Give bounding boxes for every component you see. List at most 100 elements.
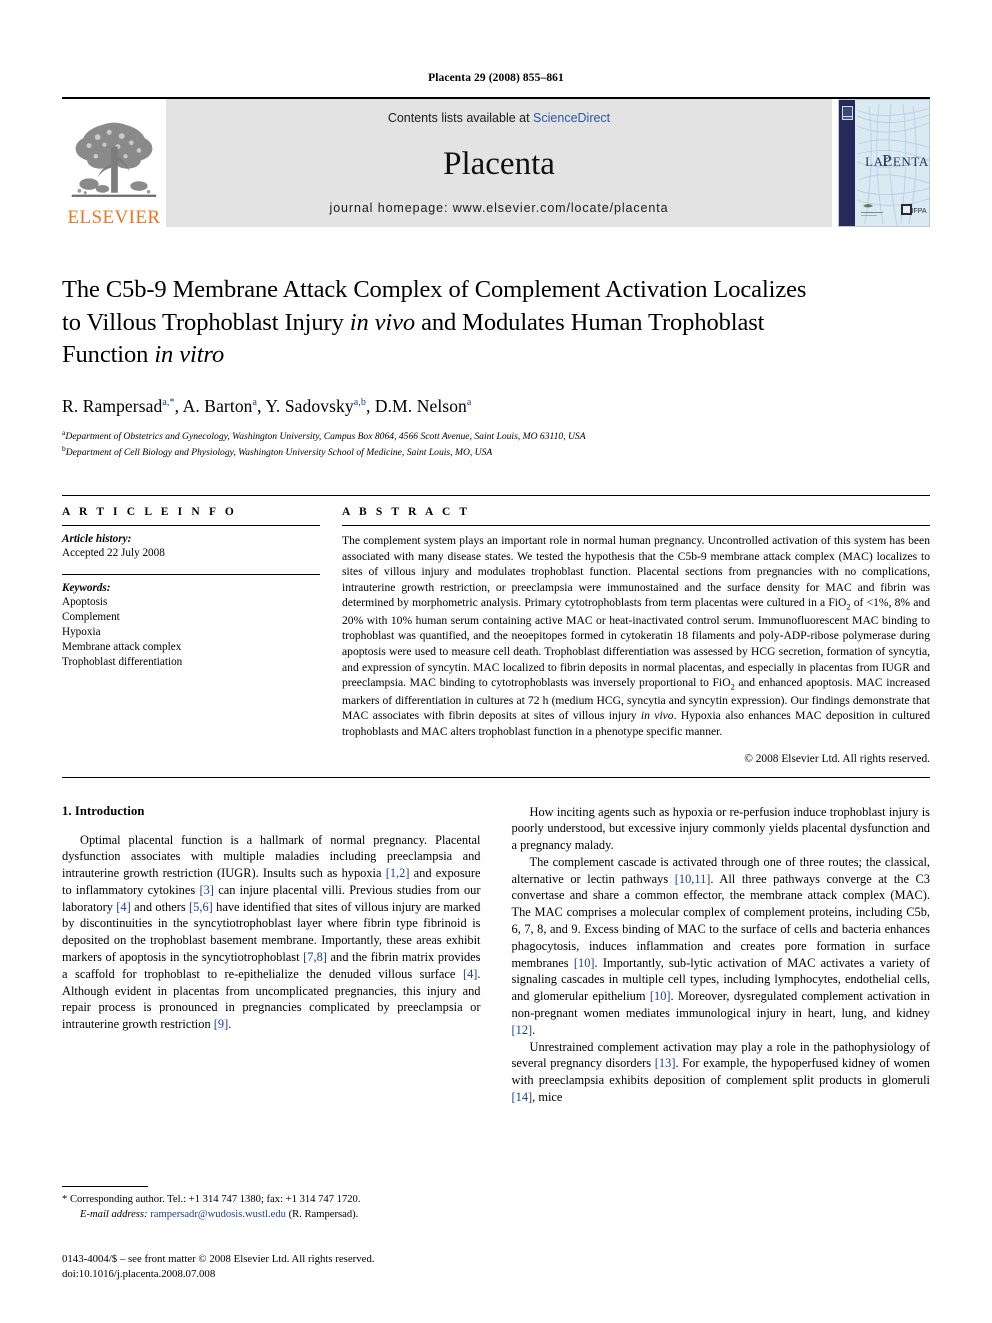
elsevier-tree-icon [71, 122, 157, 197]
journal-cover-thumbnail: P LACENTA IFPA [838, 99, 930, 227]
reference-link[interactable]: [10] [650, 989, 671, 1003]
title-in-vitro: in vitro [154, 341, 225, 369]
title-line-3a: Function [62, 341, 155, 369]
elsevier-wordmark: ELSEVIER [67, 207, 161, 228]
info-abstract-region: A R T I C L E I N F O Article history: A… [62, 494, 930, 765]
journal-homepage-line[interactable]: journal homepage: www.elsevier.com/locat… [330, 201, 669, 215]
article-info-column: A R T I C L E I N F O Article history: A… [62, 506, 336, 765]
keyword-item: Apoptosis [62, 595, 108, 608]
issn-frontmatter-line: 0143-4004/$ – see front matter © 2008 El… [62, 1253, 375, 1265]
author-name: R. Rampersad [62, 395, 163, 416]
divider [62, 573, 320, 575]
contents-prefix: Contents lists available at [387, 111, 534, 125]
journal-title: Placenta [443, 145, 555, 182]
author-marks: a,b [353, 396, 366, 408]
email-label: E-mail address: [80, 1209, 148, 1221]
abstract-column: A B S T R A C T The complement system pl… [336, 506, 930, 765]
abstract-part-1: The complement system plays an important… [342, 533, 930, 610]
affiliation-text: Department of Obstetrics and Gynecology,… [65, 430, 586, 442]
abstract-bottom-divider [62, 776, 930, 778]
footnote-block: * Corresponding author. Tel.: +1 314 747… [62, 1186, 466, 1222]
paragraph-text: and others [130, 899, 190, 914]
title-in-vivo: in vivo [349, 308, 416, 336]
reference-link[interactable]: [9] [214, 1017, 228, 1031]
author-entry[interactable]: D.M. Nelsona [375, 396, 472, 416]
masthead-center-panel: Contents lists available at ScienceDirec… [166, 99, 832, 227]
keyword-item: Membrane attack complex [62, 640, 182, 653]
paragraph: Unrestrained complement activation may p… [512, 1039, 931, 1106]
author-name: A. Barton [182, 395, 253, 416]
keyword-item: Trophoblast differentiation [62, 655, 183, 668]
reference-link[interactable]: [10] [574, 956, 595, 970]
affiliation-list: aDepartment of Obstetrics and Gynecology… [62, 428, 930, 460]
author-marks: a,* [162, 396, 175, 408]
email-link[interactable]: rampersadr@wudosis.wustl.edu [150, 1209, 286, 1220]
sciencedirect-link[interactable]: ScienceDirect [533, 111, 610, 125]
keyword-item: Hypoxia [62, 625, 101, 638]
author-list: R. Rampersada,*, A. Bartona, Y. Sadovsky… [62, 396, 930, 417]
svg-text:LACENTA: LACENTA [865, 154, 929, 169]
email-attribution: (R. Rampersad). [288, 1209, 359, 1221]
title-line-2a: to Villous Trophoblast Injury [62, 308, 350, 336]
paragraph: The complement cascade is activated thro… [512, 854, 931, 1039]
title-line-2b: and Modulates Human Trophoblast [415, 308, 765, 336]
abstract-in-vivo: in vivo [640, 709, 674, 723]
corresponding-author-note: * Corresponding author. Tel.: +1 314 747… [62, 1194, 361, 1205]
contents-lists-line: Contents lists available at ScienceDirec… [388, 111, 610, 125]
affiliation-text: Department of Cell Biology and Physiolog… [65, 447, 493, 459]
paragraph: How inciting agents such as hypoxia or r… [511, 804, 931, 853]
svg-text:IFPA: IFPA [911, 208, 926, 215]
author-name: Y. Sadovsky [265, 395, 354, 416]
left-column: 1. Introduction Optimal placental functi… [62, 804, 481, 1106]
keywords-group: Keywords: Apoptosis Complement Hypoxia M… [62, 582, 320, 670]
paragraph-text: . [532, 1022, 536, 1037]
paragraph-text: , mice [532, 1090, 563, 1105]
reference-link[interactable]: [4] [116, 900, 130, 914]
reference-link[interactable]: [5,6] [189, 900, 213, 914]
article-history-group: Article history: Accepted 22 July 2008 [62, 533, 320, 561]
author-entry[interactable]: R. Rampersada,* [62, 396, 175, 416]
reference-link[interactable]: [12] [512, 1023, 533, 1037]
reference-link[interactable]: [1,2] [386, 866, 410, 880]
reference-link[interactable]: [14] [512, 1090, 533, 1104]
author-separator: , [365, 395, 375, 416]
title-block: The C5b-9 Membrane Attack Complex of Com… [62, 274, 930, 460]
journal-article-page: Placenta 29 (2008) 855–861 ELSEVIER Cont… [0, 0, 992, 1323]
title-line-1: The C5b-9 Membrane Attack Complex of Com… [62, 276, 807, 303]
article-info-heading: A R T I C L E I N F O [62, 505, 237, 518]
reference-link[interactable]: [3] [199, 883, 213, 897]
author-entry[interactable]: A. Bartona [183, 396, 257, 416]
footnote-divider [62, 1186, 148, 1187]
article-history-value: Accepted 22 July 2008 [62, 546, 165, 559]
body-text-region: 1. Introduction Optimal placental functi… [62, 804, 930, 1106]
doi-line[interactable]: doi:10.1016/j.placenta.2008.07.008 [62, 1267, 482, 1282]
author-name: D.M. Nelson [374, 395, 467, 416]
abstract-heading: A B S T R A C T [342, 505, 471, 518]
reference-link[interactable]: [4] [463, 967, 477, 981]
section-heading-introduction: 1. Introduction [62, 803, 145, 818]
running-head: Placenta 29 (2008) 855–861 [428, 72, 564, 84]
abstract-copyright: © 2008 Elsevier Ltd. All rights reserved… [744, 752, 930, 765]
imprint-block: 0143-4004/$ – see front matter © 2008 El… [62, 1252, 482, 1282]
reference-link[interactable]: [7,8] [303, 950, 327, 964]
elsevier-logo: ELSEVIER [62, 99, 166, 227]
divider [62, 524, 320, 526]
reference-link[interactable]: [10,11] [675, 872, 711, 886]
author-separator: , [174, 395, 183, 416]
paragraph-text: . [228, 1017, 232, 1032]
affiliation-item: aDepartment of Obstetrics and Gynecology… [62, 428, 930, 444]
author-marks: a [466, 396, 472, 408]
paragraph: Optimal placental function is a hallmark… [62, 832, 481, 1034]
email-note: E-mail address: rampersadr@wudosis.wustl… [62, 1207, 466, 1222]
divider [342, 524, 930, 526]
right-column: How inciting agents such as hypoxia or r… [512, 804, 931, 1106]
abstract-body: The complement system plays an important… [342, 533, 930, 740]
page-title: The C5b-9 Membrane Attack Complex of Com… [62, 274, 930, 372]
keyword-item: Complement [62, 610, 120, 623]
article-history-label: Article history: [62, 532, 132, 545]
affiliation-item: bDepartment of Cell Biology and Physiolo… [62, 444, 930, 460]
cover-artwork: P LACENTA IFPA [839, 100, 929, 226]
reference-link[interactable]: [13] [655, 1056, 676, 1070]
author-entry[interactable]: Y. Sadovskya,b [265, 396, 366, 416]
keywords-label: Keywords: [62, 581, 111, 594]
